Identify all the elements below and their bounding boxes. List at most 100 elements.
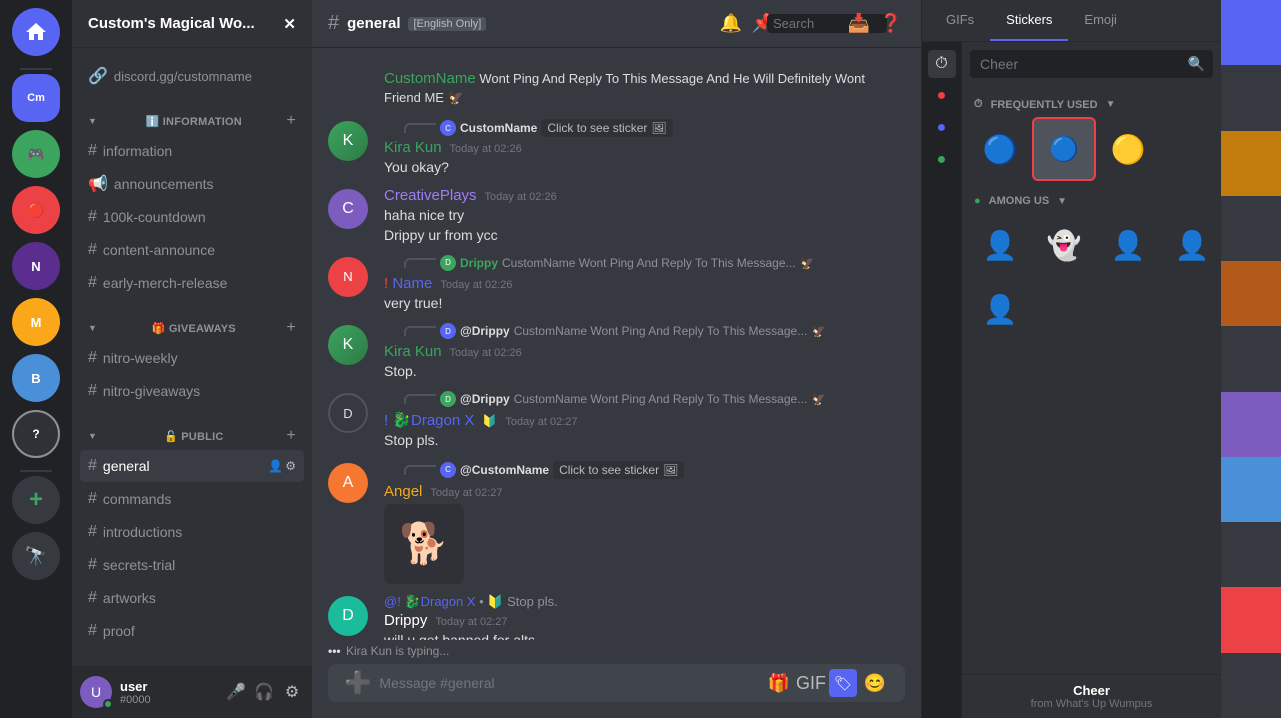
hash-icon: # [88,382,97,400]
hash-icon: # [88,142,97,160]
bell-button[interactable]: 🔔 [717,10,745,38]
chat-input-area: ➕ 🎁 GIF 🏷 😊 [312,664,921,718]
channel-nitro-weekly[interactable]: # nitro-weekly [80,342,304,374]
channel-information[interactable]: # information [80,135,304,167]
message-6: A C @CustomName Click to see sticker 🖼 A… [312,453,921,586]
settings-button[interactable]: ⚙ [280,680,304,704]
right-panel [1221,0,1281,718]
sticker-button[interactable]: 🏷 [829,669,857,697]
invite-link[interactable]: 🔗 discord.gg/customname [80,60,304,92]
sticker-red-ghost[interactable]: 👻 [1034,215,1094,275]
emoji-button[interactable]: 😊 [861,669,889,697]
author-dragonx-1[interactable]: ! 🐉Dragon X [384,411,474,429]
message-content-5: D @Drippy CustomName Wont Ping And Reply… [384,391,905,450]
message-input[interactable] [379,664,757,702]
gift-button[interactable]: 🎁 [765,669,793,697]
channel-early-merch[interactable]: # early-merch-release [80,267,304,299]
channel-secrets-trial[interactable]: # secrets-trial [80,549,304,581]
category-header-giveaways[interactable]: ▼ 🎁 GIVEAWAYS + [80,315,304,341]
tab-emoji[interactable]: Emoji [1068,0,1133,41]
message-top: CustomName Wont Ping And Reply To This M… [312,64,921,111]
avatar-dragonx-1[interactable]: D [328,393,368,433]
category-header-information[interactable]: ▼ ℹ️ INFORMATION + [80,108,304,134]
author-kirakun-2[interactable]: Kira Kun [384,343,442,360]
channel-100k[interactable]: # 100k-countdown [80,201,304,233]
sticker-item-1[interactable]: 🔵 [970,119,1030,179]
message-content-6: C @CustomName Click to see sticker 🖼 Ang… [384,461,905,584]
search-button[interactable] [813,10,841,38]
avatar-drippy-1[interactable]: D [328,596,368,636]
blue-icon-button[interactable]: ● [928,114,956,142]
sticker-green-crewmate[interactable]: 👤 [1098,215,1158,275]
server-icon-4[interactable]: N [12,242,60,290]
avatar-kirakun-1[interactable]: K [328,121,368,161]
author-angel[interactable]: Angel [384,483,422,500]
avatar-angel[interactable]: A [328,463,368,503]
author-name[interactable]: ! Name [384,275,432,292]
deafen-button[interactable]: 🎧 [252,680,276,704]
sticker-search-wrapper: 🔍 [970,50,1213,78]
hash-icon: # [88,457,97,475]
timestamp-3: Today at 02:26 [440,279,512,291]
red-icon-button[interactable]: ● [928,82,956,110]
author-drippy-1[interactable]: Drippy [384,612,427,629]
channel-general[interactable]: # general 👤 ⚙ [80,450,304,482]
server-header[interactable]: Custom's Magical Wo... ✕ [72,0,312,48]
hash-icon: # [88,523,97,541]
sticker-pink-crewmate[interactable]: 👤 [1162,215,1221,275]
server-icon-5[interactable]: M [12,298,60,346]
gif-button[interactable]: GIF [797,669,825,697]
channel-nitro-giveaways[interactable]: # nitro-giveaways [80,375,304,407]
server-icon-2[interactable]: 🎮 [12,130,60,178]
sticker-ref-1[interactable]: Click to see sticker 🖼 [541,119,672,137]
author-customname[interactable]: CustomName [384,70,476,87]
category-header-public[interactable]: ▼ 🔓 PUBLIC + [80,423,304,449]
channel-commands[interactable]: # commands [80,483,304,515]
mute-button[interactable]: 🎤 [224,680,248,704]
current-user-avatar[interactable]: U [80,676,112,708]
channel-sidebar: Custom's Magical Wo... ✕ 🔗 discord.gg/cu… [72,0,312,718]
server-icon-6[interactable]: B [12,354,60,402]
recent-icon-button[interactable]: ⏱ [928,50,956,78]
channel-announcements[interactable]: 📢 announcements [80,168,304,200]
help-button[interactable]: ❓ [877,10,905,38]
home-button[interactable] [12,8,60,56]
discover-button[interactable]: 🔭 [12,532,60,580]
add-channel-information[interactable]: + [286,112,296,130]
add-channel-public[interactable]: + [286,427,296,445]
section-among-us[interactable]: ● AMONG US ▼ [970,191,1213,211]
avatar-name[interactable]: N [328,257,368,297]
add-file-button[interactable]: ➕ [344,670,371,696]
tab-stickers[interactable]: Stickers [990,0,1068,41]
sticker-red-crewmate[interactable]: 👤 [970,215,1030,275]
sticker-item-3[interactable]: 🟡 [1098,119,1158,179]
avatar-creativeplays[interactable]: C [328,189,368,229]
sticker-search-input[interactable] [970,50,1213,78]
avatar-kirakun-2[interactable]: K [328,325,368,365]
green-icon-button[interactable]: ● [928,146,956,174]
text-2: haha nice tryDrippy ur from ycc [384,206,905,245]
channel-introductions[interactable]: # introductions [80,516,304,548]
inbox-button[interactable]: 📥 [845,10,873,38]
sticker-white-crewmate[interactable]: 👤 [970,279,1030,339]
server-icon-3[interactable]: 🔴 [12,186,60,234]
sticker-side-icons: ⏱ ● ● ● [922,42,962,718]
channel-proof[interactable]: # proof [80,615,304,647]
server-icon-7[interactable]: ? [12,410,60,458]
category-arrow-information: ▼ [88,116,97,126]
category-arrow-giveaways: ▼ [88,323,97,333]
add-server-button[interactable]: + [12,476,60,524]
channel-artworks[interactable]: # artworks [80,582,304,614]
sticker-item-2[interactable]: 🔵 [1034,119,1094,179]
hash-icon: # [88,589,97,607]
sticker-ref-2[interactable]: Click to see sticker 🖼 [553,461,684,479]
tab-gifs[interactable]: GIFs [930,0,990,41]
author-kirakun-1[interactable]: Kira Kun [384,139,442,156]
section-frequently-used[interactable]: ⏱ FREQUENTLY USED ▼ [970,94,1213,115]
author-creativeplays[interactable]: CreativePlays [384,187,477,204]
messages-area[interactable]: CustomName Wont Ping And Reply To This M… [312,48,921,640]
server-icon-1[interactable]: Cm [12,74,60,122]
sticker-display[interactable]: 🐕 [384,504,464,584]
add-channel-giveaways[interactable]: + [286,319,296,337]
channel-content-announce[interactable]: # content-announce [80,234,304,266]
